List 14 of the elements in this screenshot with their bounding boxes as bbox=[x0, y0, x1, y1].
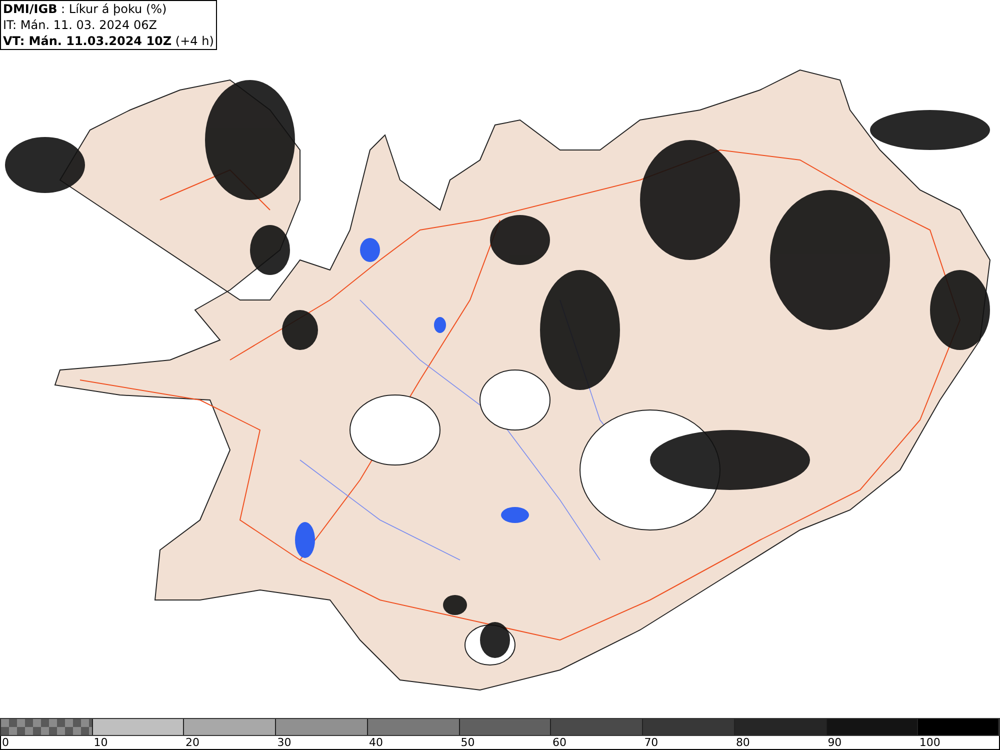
tick-label: 20 bbox=[185, 736, 200, 750]
tick-label: 100 bbox=[919, 736, 940, 750]
tick-label: 10 bbox=[94, 736, 108, 750]
tick-label: 50 bbox=[460, 736, 475, 750]
tick-label: 0 bbox=[2, 736, 9, 750]
tick-label: 30 bbox=[277, 736, 292, 750]
tick-label: 60 bbox=[552, 736, 566, 750]
header-line: DMI/IGB : Líkur á þoku (%) bbox=[3, 1, 168, 17]
header-line: IT: Mán. 11. 03. 2024 06Z bbox=[3, 17, 158, 33]
header-line: VT: Mán. 11.03.2024 10Z (+4 h) bbox=[3, 33, 214, 49]
tick-label: 70 bbox=[644, 736, 658, 750]
tick-label: 80 bbox=[736, 736, 750, 750]
tick-label: 90 bbox=[828, 736, 842, 750]
tick-label: 40 bbox=[368, 736, 383, 750]
